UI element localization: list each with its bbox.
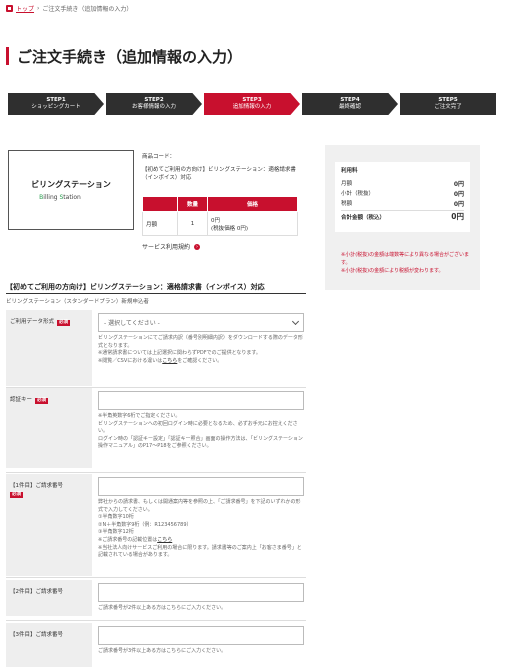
step-1: STEP1 ショッピングカート: [8, 93, 104, 115]
data-format-field: - 選択してください - ビリングステーションにてご請求内訳（番号別明細内訳）を…: [98, 313, 304, 365]
breadcrumb-separator: ›: [37, 4, 40, 12]
breadcrumb-home-link[interactable]: トップ: [16, 4, 34, 13]
page-title-text: ご注文手続き（追加情報の入力）: [17, 47, 243, 66]
data-format-select[interactable]: - 選択してください -: [98, 313, 304, 332]
step-number: STEP5: [438, 97, 458, 103]
invoice-2-help: ご請求番号が2件以上ある方はこちらにご入力ください。: [98, 605, 227, 611]
step-label: お客様情報の入力: [131, 104, 176, 110]
summary-row: 小計（税抜） 0円: [341, 190, 464, 198]
summary-title: 利用料: [341, 168, 358, 174]
table-row: 月額 1 0円 (税抜価格 0円): [142, 211, 298, 236]
form-row-auth-key: 認証キー 必須 ※半角英数字6桁でご指定ください。 ビリングステーションへの初回ロ…: [6, 388, 306, 468]
section-title: 【初めてご利用の方向け】ビリングステーション：適格請求書（インボイス）対応: [6, 283, 265, 291]
invoice-2-field: ご請求番号が2件以上ある方はこちらにご入力ください。: [98, 583, 304, 613]
invoice-3-field: ご請求番号が3件以上ある方はこちらにご入力ください。: [98, 626, 304, 656]
product-info: 商品コード： 【初めてご利用の方向け】ビリングステーション：適格請求書（インボイ…: [142, 153, 302, 182]
home-icon[interactable]: [6, 4, 13, 12]
invoice-1-input[interactable]: [98, 477, 304, 496]
chevron-down-icon: [291, 317, 300, 325]
section-divider: [6, 293, 306, 294]
product-name: 【初めてご利用の方向け】ビリングステーション：適格請求書（インボイス）対応: [142, 167, 296, 181]
data-format-here-link[interactable]: こちら: [162, 358, 177, 364]
row-divider: [6, 620, 306, 621]
invoice-3-help: ご請求番号が3件以上ある方はこちらにご入力ください。: [98, 648, 227, 654]
auth-key-field: ※半角英数字6桁でご指定ください。 ビリングステーションへの初回ログイン時に必要…: [98, 391, 304, 451]
summary-total: 合計金額（税込） 0円: [341, 210, 464, 221]
auth-key-label: 認証キー 必須: [6, 388, 92, 468]
step-number: STEP2: [144, 97, 164, 103]
required-badge: 必須: [57, 320, 71, 326]
product-price-table: 数量 価格 月額 1 0円 (税抜価格 0円): [142, 196, 298, 236]
invoice-3-label: 【3件目】ご請求番号: [6, 623, 92, 667]
product-logo-title: ビリングステーション: [31, 180, 111, 189]
form-row-invoice-1: 【1件目】ご請求番号 必須 弊社からの請求書、もしくは開通案内等を参照の上、「ご請…: [6, 474, 306, 576]
step-number: STEP3: [242, 97, 262, 103]
table-header: [142, 196, 178, 212]
term-cell: 月額: [142, 211, 178, 236]
required-badge: 必須: [35, 398, 49, 404]
summary-row: 税額 0円: [341, 200, 464, 208]
summary-row: 月額 0円: [341, 180, 464, 188]
price-cell: 0円 (税抜価格 0円): [207, 211, 298, 236]
step-label: ショッピングカート: [31, 104, 81, 110]
invoice-2-input[interactable]: [98, 583, 304, 602]
breadcrumb-current: ご注文手続き（追加情報の入力）: [42, 5, 133, 13]
invoice-2-label: 【2件目】ご請求番号: [6, 580, 92, 616]
qty-cell: 1: [177, 211, 208, 236]
form-row-data-format: ご利用データ形式 必須 - 選択してください - ビリングステーションにてご請求内…: [6, 310, 306, 386]
step-5: STEP5 ご注文完了: [400, 93, 496, 115]
product-image: ビリングステーション Billing Station: [8, 150, 134, 230]
step-4: STEP4 最終確認: [302, 93, 398, 115]
summary-note: ※小計(税抜)の金額は端数等により異なる場合がございます。 ※小計(税抜)の金額…: [341, 252, 469, 274]
order-steps: STEP1 ショッピングカート STEP2 お客様情報の入力 STEP3 追加情…: [8, 93, 498, 115]
terms-link[interactable]: サービス利用規約 ›: [142, 242, 201, 251]
terms-link-text[interactable]: サービス利用規約: [142, 242, 190, 251]
step-number: STEP4: [340, 97, 360, 103]
table-header-price: 価格: [207, 196, 298, 212]
breadcrumb: トップ › ご注文手続き（追加情報の入力）: [6, 3, 132, 13]
title-accent-bar: [6, 47, 9, 65]
invoice-position-link[interactable]: こちら: [157, 537, 172, 543]
form-row-invoice-3: 【3件目】ご請求番号 ご請求番号が3件以上ある方はこちらにご入力ください。: [6, 623, 306, 667]
step-label: ご注文完了: [434, 104, 462, 110]
auth-key-input[interactable]: [98, 391, 304, 410]
product-logo-subtitle: Billing Station: [39, 194, 81, 201]
required-badge: 必須: [10, 492, 23, 498]
data-format-label: ご利用データ形式 必須: [6, 310, 92, 386]
arrow-right-icon: ›: [194, 243, 201, 250]
data-format-help: ビリングステーションにてご請求内訳（番号別明細内訳）をダウンロードする際のデータ…: [98, 335, 303, 364]
row-divider: [6, 472, 306, 473]
invoice-1-field: 弊社からの請求書、もしくは開通案内等を参照の上、「ご請求番号」を下記のいずれかの…: [98, 477, 304, 560]
invoice-1-help: 弊社からの請求書、もしくは開通案内等を参照の上、「ご請求番号」を下記のいずれかの…: [98, 499, 302, 559]
invoice-1-label: 【1件目】ご請求番号 必須: [6, 474, 92, 576]
form-row-invoice-2: 【2件目】ご請求番号 ご請求番号が2件以上ある方はこちらにご入力ください。: [6, 580, 306, 616]
invoice-3-input[interactable]: [98, 626, 304, 645]
step-3: STEP3 追加情報の入力: [204, 93, 300, 115]
step-2: STEP2 お客様情報の入力: [106, 93, 202, 115]
summary-card: 利用料 月額 0円 小計（税抜） 0円 税額 0円 合計金額（税込） 0円: [335, 162, 470, 232]
plan-name: ビリングステーション（スタンダードプラン）新規申込者: [6, 299, 149, 305]
product-code-label: 商品コード：: [142, 154, 176, 160]
step-number: STEP1: [46, 97, 66, 103]
table-header-qty: 数量: [177, 196, 208, 212]
page-title: ご注文手続き（追加情報の入力）: [6, 45, 242, 67]
auth-key-help: ※半角英数字6桁でご指定ください。 ビリングステーションへの初回ログイン時に必要…: [98, 413, 303, 450]
step-label: 最終確認: [338, 104, 361, 110]
step-label: 追加情報の入力: [232, 104, 272, 110]
price-summary: 利用料 月額 0円 小計（税抜） 0円 税額 0円 合計金額（税込） 0円 ※小計(税抜…: [325, 145, 480, 290]
row-divider: [6, 577, 306, 578]
